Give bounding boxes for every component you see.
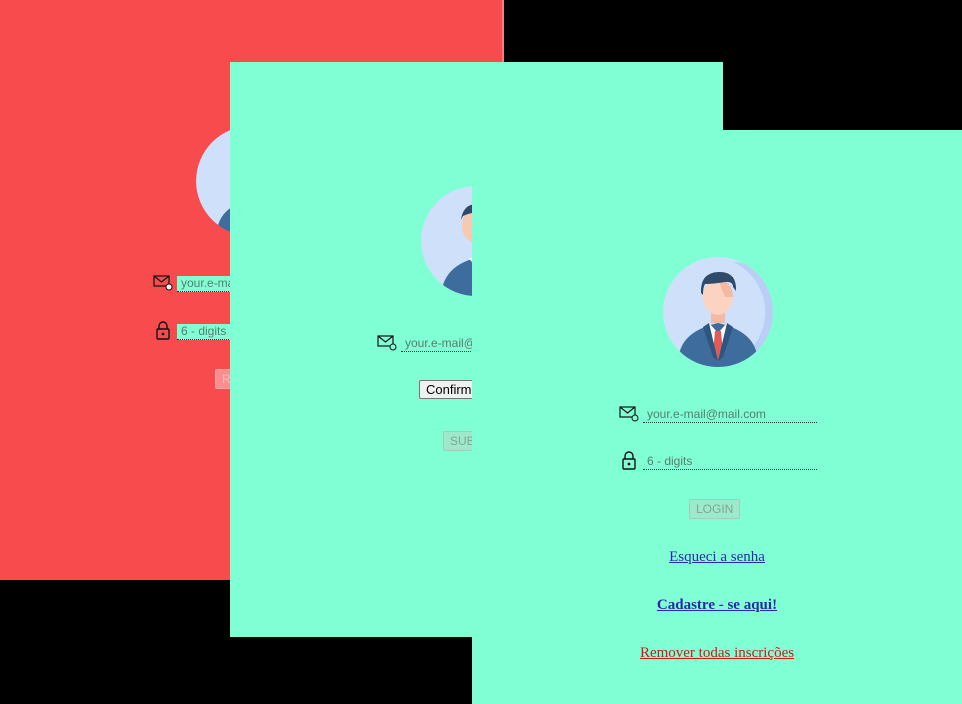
login-email-input[interactable] xyxy=(643,407,817,423)
lock-icon xyxy=(619,450,639,470)
login-email-field xyxy=(619,403,817,423)
lock-icon xyxy=(153,320,173,340)
login-panel: LOGIN Esqueci a senha Cadastre - se aqui… xyxy=(472,130,962,704)
register-link[interactable]: Cadastre - se aqui! xyxy=(472,597,962,614)
avatar-icon xyxy=(663,257,773,367)
forgot-password-link[interactable]: Esqueci a senha xyxy=(472,549,962,566)
mail-icon xyxy=(377,332,397,352)
login-button[interactable]: LOGIN xyxy=(689,499,741,519)
remove-all-link[interactable]: Remover todas inscrições xyxy=(472,645,962,662)
login-password-field xyxy=(619,450,817,470)
login-password-input[interactable] xyxy=(643,454,817,470)
mail-icon xyxy=(619,403,639,423)
mail-icon xyxy=(153,272,173,292)
